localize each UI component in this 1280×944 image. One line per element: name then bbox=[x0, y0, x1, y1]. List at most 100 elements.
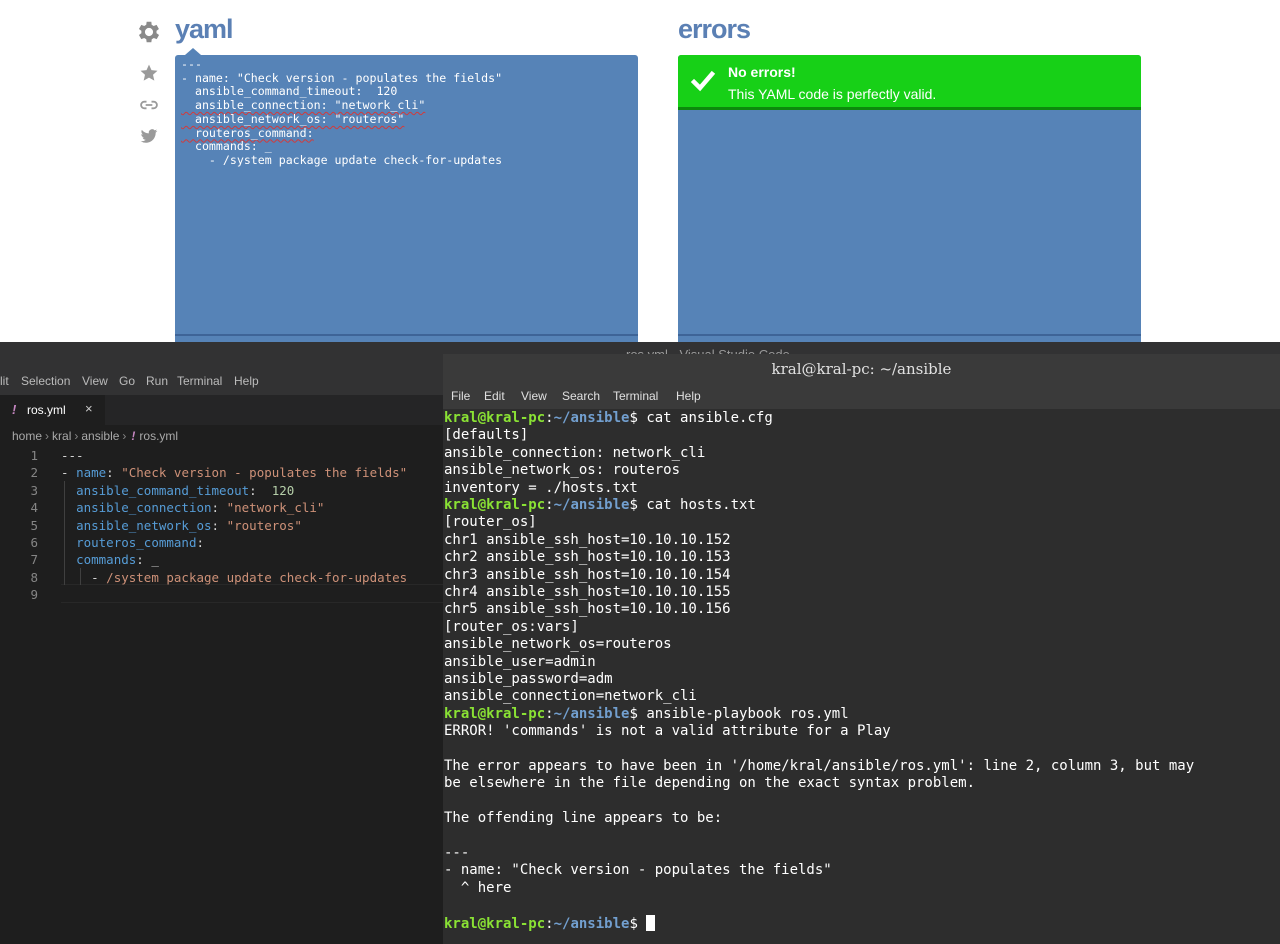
breadcrumb: home › kral › ansible ›! ros.yml bbox=[12, 429, 178, 443]
code-line-7: commands: _ bbox=[61, 552, 159, 567]
menu-help[interactable]: Help bbox=[676, 389, 701, 403]
editor-tabbar: ! ros.yml × bbox=[0, 395, 443, 425]
code-line-6: routeros_command: bbox=[61, 535, 204, 550]
output-line: The error appears to have been in '/home… bbox=[444, 758, 1195, 774]
yaml-sep: : bbox=[249, 483, 272, 498]
yaml-key: name bbox=[76, 465, 107, 480]
twitter-icon[interactable] bbox=[134, 126, 164, 146]
yaml-number: 120 bbox=[271, 483, 295, 498]
tab-label: ros.yml bbox=[27, 403, 66, 417]
yaml-panel-title: yaml bbox=[175, 14, 234, 44]
output-line: chr3 ansible_ssh_host=10.10.10.154 bbox=[444, 566, 731, 583]
terminal-window: kral@kral-pc: ~/ansible File Edit View S… bbox=[443, 354, 1280, 944]
output-line: - name: "Check version - populates the f… bbox=[444, 862, 832, 879]
line-number: 4 bbox=[30, 500, 38, 515]
prompt-line: kral@kral-pc:~/ansible$ ansible-playbook… bbox=[444, 705, 849, 722]
command-text: ansible-playbook ros.yml bbox=[646, 705, 849, 722]
code-line-3: ansible_command_timeout: 120 bbox=[61, 483, 294, 498]
link-icon[interactable] bbox=[134, 95, 164, 115]
menu-run[interactable]: Run bbox=[146, 374, 168, 388]
yaml-value: _ bbox=[151, 552, 159, 567]
yaml-line-1: --- bbox=[181, 57, 202, 71]
output-line: ^ here bbox=[444, 879, 512, 896]
chevron-right-icon: › bbox=[74, 429, 79, 443]
yaml-string: "routeros" bbox=[226, 518, 302, 533]
line-number: 8 bbox=[30, 570, 38, 585]
yaml-line-8: - /system package update check-for-updat… bbox=[181, 152, 503, 167]
yaml-file-icon: ! bbox=[131, 429, 136, 443]
yaml-string: "network_cli" bbox=[226, 500, 325, 515]
prompt-line[interactable]: kral@kral-pc:~/ansible$ bbox=[444, 914, 656, 932]
output-line: ansible_connection=network_cli bbox=[444, 688, 697, 705]
menu-view[interactable]: View bbox=[82, 374, 108, 388]
output-line: ansible_user=admin bbox=[444, 653, 596, 670]
menu-edit[interactable]: Edit bbox=[484, 389, 505, 403]
yaml-sep: : bbox=[136, 552, 152, 567]
text-cursor bbox=[646, 914, 656, 931]
output-line: chr1 ansible_ssh_host=10.10.10.152 bbox=[444, 531, 731, 548]
output-line: chr2 ansible_ssh_host=10.10.10.153 bbox=[444, 549, 731, 566]
star-icon[interactable] bbox=[134, 63, 164, 83]
breadcrumb-kral[interactable]: kral bbox=[52, 429, 71, 443]
yaml-code[interactable]: --- - name: "Check version - populates t… bbox=[181, 57, 503, 168]
output-line: be elsewhere in the file depending on th… bbox=[444, 775, 976, 792]
terminal-title: kral@kral-pc: ~/ansible bbox=[771, 360, 952, 378]
line-number: 7 bbox=[30, 552, 38, 567]
menu-file[interactable]: File bbox=[451, 389, 470, 403]
yaml-string: "Check version - populates the fields" bbox=[121, 465, 408, 480]
prompt-end: $ bbox=[629, 705, 638, 722]
yaml-line-2: - name: "Check version - populates the f… bbox=[181, 70, 503, 85]
line-number: 3 bbox=[30, 483, 38, 498]
output-line: [defaults] bbox=[444, 427, 529, 444]
prompt-end: $ bbox=[629, 497, 638, 513]
error-line: ERROR! 'commands' is not a valid attribu… bbox=[444, 723, 891, 740]
tab-ros-yml[interactable]: ! ros.yml × bbox=[0, 395, 105, 425]
yaml-sep: : bbox=[106, 465, 122, 480]
yaml-line-5: ansible_network_os: "routeros" bbox=[181, 111, 405, 126]
code-line-1: --- bbox=[61, 448, 84, 463]
command-text: cat hosts.txt bbox=[646, 497, 756, 513]
chevron-right-icon: › bbox=[45, 429, 50, 443]
output-line: [router_os:vars] bbox=[444, 618, 579, 635]
check-icon bbox=[690, 69, 716, 98]
yaml-input[interactable]: --- - name: "Check version - populates t… bbox=[175, 48, 638, 342]
menu-search[interactable]: Search bbox=[562, 389, 600, 403]
line-number: 9 bbox=[30, 587, 38, 602]
output-line: The offending line appears to be: bbox=[444, 810, 723, 827]
menu-help[interactable]: Help bbox=[234, 374, 259, 388]
code-line-8: - /system package update check-for-updat… bbox=[61, 570, 407, 585]
menu-selection[interactable]: Selection bbox=[21, 374, 70, 388]
code-line-2: - name: "Check version - populates the f… bbox=[61, 465, 407, 480]
breadcrumb-file[interactable]: ros.yml bbox=[139, 429, 178, 443]
prompt-path: ~/ansible bbox=[553, 497, 630, 513]
gear-icon[interactable] bbox=[134, 18, 164, 46]
close-icon[interactable]: × bbox=[85, 401, 93, 416]
breadcrumb-ansible[interactable]: ansible bbox=[81, 429, 119, 443]
line-number: 2 bbox=[30, 465, 38, 480]
prompt-line: kral@kral-pc:~/ansible$ cat ansible.cfg bbox=[444, 410, 773, 426]
code-editor[interactable]: 1 2 3 4 5 6 7 8 9 --- - name: "Check ver… bbox=[0, 446, 443, 606]
status-message: This YAML code is perfectly valid. bbox=[728, 86, 937, 102]
errors-panel-divider bbox=[678, 334, 1141, 336]
success-banner: No errors! This YAML code is perfectly v… bbox=[678, 55, 1141, 110]
breadcrumb-home[interactable]: home bbox=[12, 429, 42, 443]
yaml-line-3: ansible_command_timeout: 120 bbox=[181, 84, 398, 99]
terminal-output[interactable]: kral@kral-pc:~/ansible$ cat ansible.cfg … bbox=[443, 409, 1280, 944]
yaml-key: ansible_network_os bbox=[76, 518, 212, 533]
menu-edit[interactable]: lit bbox=[0, 374, 9, 388]
yaml-panel-divider bbox=[175, 334, 638, 336]
yaml-lint-page: yaml --- - name: "Check version - popula… bbox=[0, 0, 1280, 342]
menu-terminal[interactable]: Terminal bbox=[613, 389, 658, 403]
output-line: --- bbox=[444, 845, 470, 861]
prompt-user: kral@kral-pc bbox=[444, 497, 546, 513]
errors-panel-title: errors bbox=[678, 14, 751, 44]
prompt-user: kral@kral-pc bbox=[444, 705, 546, 722]
yaml-key: ansible_connection bbox=[76, 500, 212, 515]
line-number: 5 bbox=[30, 518, 38, 533]
terminal-menubar: File Edit View Search Terminal Help bbox=[443, 384, 1280, 409]
list-dash: - bbox=[91, 570, 107, 585]
output-line: chr4 ansible_ssh_host=10.10.10.155 bbox=[444, 584, 731, 600]
menu-terminal[interactable]: Terminal bbox=[177, 374, 222, 388]
menu-go[interactable]: Go bbox=[119, 374, 135, 388]
menu-view[interactable]: View bbox=[521, 389, 547, 403]
